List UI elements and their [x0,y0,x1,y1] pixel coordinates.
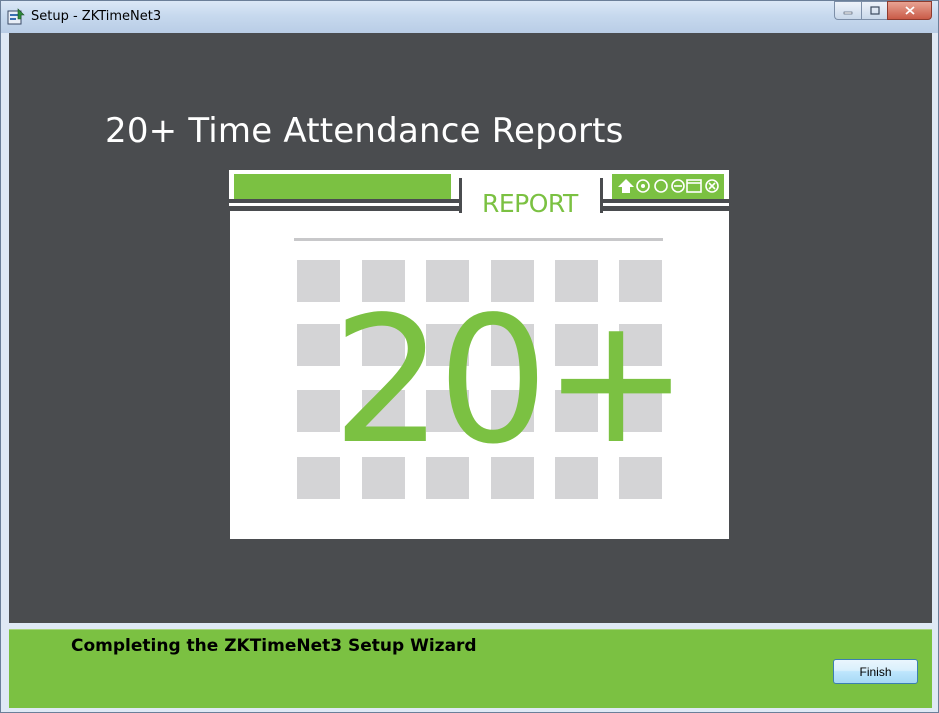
window-title: Setup - ZKTimeNet3 [31,9,162,24]
maximize-button[interactable] [861,1,887,20]
report-green-bar [234,174,451,199]
window-controls [834,1,932,21]
report-tab-label: REPORT [482,189,579,218]
close-button[interactable] [887,1,932,20]
completion-heading: Completing the ZKTimeNet3 Setup Wizard [71,636,477,656]
title-bar[interactable]: Setup - ZKTimeNet3 [1,1,938,33]
setup-app-icon [7,8,25,25]
setup-window: Setup - ZKTimeNet3 20+ Time Attendance R… [0,0,939,713]
maximize-icon [869,6,880,15]
report-divider-line [294,238,663,241]
finish-button[interactable]: Finish [833,659,918,684]
close-icon [904,6,915,15]
wizard-banner: 20+ Time Attendance Reports 20+ REPORT [9,33,932,623]
minimize-button[interactable] [834,1,861,20]
wizard-footer: Completing the ZKTimeNet3 Setup Wizard F… [9,629,932,708]
report-big-number: 20+ [332,280,683,483]
minimize-icon [843,11,853,14]
report-illustration: 20+ REPORT [229,170,729,539]
